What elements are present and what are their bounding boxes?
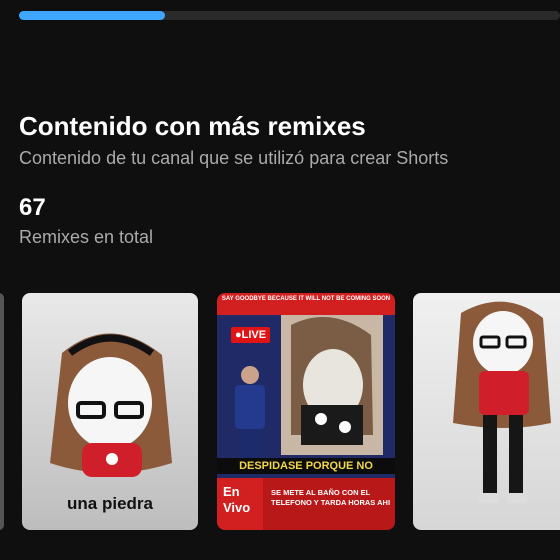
remix-card-partial[interactable]: [0, 293, 4, 530]
progress-fill: [19, 11, 166, 20]
remix-shelf: una piedra SAY GOODBYE BECAUSE IT WILL N…: [0, 293, 560, 531]
progress-bar: [19, 11, 560, 20]
en-vivo-label: En Vivo: [217, 478, 263, 530]
remix-card[interactable]: [413, 293, 560, 530]
en-vivo-line1: En: [223, 484, 240, 499]
section-subtitle: Contenido de tu canal que se utilizó par…: [19, 148, 449, 168]
news-bottom-text: SE METE AL BAÑO CON EL TELEFONO Y TARDA …: [263, 478, 395, 530]
remix-card[interactable]: SAY GOODBYE BECAUSE IT WILL NOT BE COMIN…: [217, 293, 395, 530]
en-vivo-line2: Vivo: [223, 500, 251, 515]
news-inset-image: [281, 315, 383, 455]
news-anchor-image: [235, 366, 265, 469]
total-remixes-value: 67: [19, 194, 46, 221]
avatar-character-image: [413, 293, 560, 530]
remix-card[interactable]: una piedra: [22, 293, 198, 530]
section-title: Contenido con más remixes: [19, 111, 366, 141]
news-top-banner: SAY GOODBYE BECAUSE IT WILL NOT BE COMIN…: [217, 293, 395, 315]
total-remixes-label: Remixes en total: [19, 227, 154, 247]
remix-card-caption: una piedra: [67, 494, 153, 513]
news-ticker: DESPIDASE PORQUE NO: [217, 458, 395, 474]
live-badge: ●LIVE: [231, 327, 271, 343]
